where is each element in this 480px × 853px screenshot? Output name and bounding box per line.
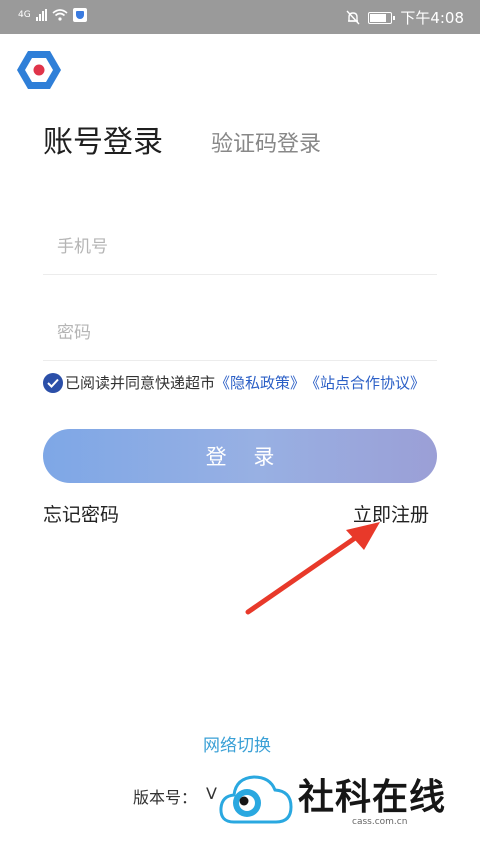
version-label: 版本号： (133, 788, 198, 807)
tab-account-login[interactable]: 账号登录 (43, 117, 163, 161)
watermark-cloud-logo-icon (219, 775, 293, 824)
privacy-policy-link[interactable]: 《隐私政策》 (215, 372, 305, 393)
agreement-text: 已阅读并同意快递超市 (65, 374, 216, 392)
network-type: 4G (18, 10, 31, 20)
battery-icon (368, 11, 396, 24)
site-cooperation-link[interactable]: 《站点合作协议》 (305, 372, 425, 393)
tab-sms-login[interactable]: 验证码登录 (211, 126, 321, 158)
checkmark-icon (47, 378, 59, 388)
phone-field (43, 219, 437, 275)
status-left: 4G (18, 8, 87, 22)
network-switch-link[interactable]: 网络切换 (203, 731, 271, 756)
watermark-domain: cass.com.cn (352, 817, 408, 827)
password-field (43, 305, 437, 361)
forgot-password-link[interactable]: 忘记密码 (43, 500, 119, 527)
version-value: V (206, 784, 217, 803)
bell-muted-icon (346, 10, 360, 25)
status-bar: 4G 下午4:08 (0, 0, 480, 34)
annotation-arrow-icon (245, 522, 380, 615)
status-right: 下午4:08 (346, 7, 464, 28)
watermark-brand: 社科在线 (298, 777, 447, 818)
password-input[interactable] (57, 319, 417, 347)
agreement-checkbox[interactable] (43, 372, 63, 393)
login-button[interactable]: 登 录 (43, 429, 437, 483)
phone-input[interactable] (57, 233, 417, 261)
security-app-icon (72, 8, 87, 22)
status-time: 下午4:08 (400, 9, 464, 27)
app-logo-icon (17, 51, 61, 89)
wifi-icon (52, 9, 68, 21)
agreement-row: 已阅读并同意快递超市 《隐私政策》 《站点合作协议》 (43, 372, 425, 393)
signal-icon (35, 9, 47, 21)
